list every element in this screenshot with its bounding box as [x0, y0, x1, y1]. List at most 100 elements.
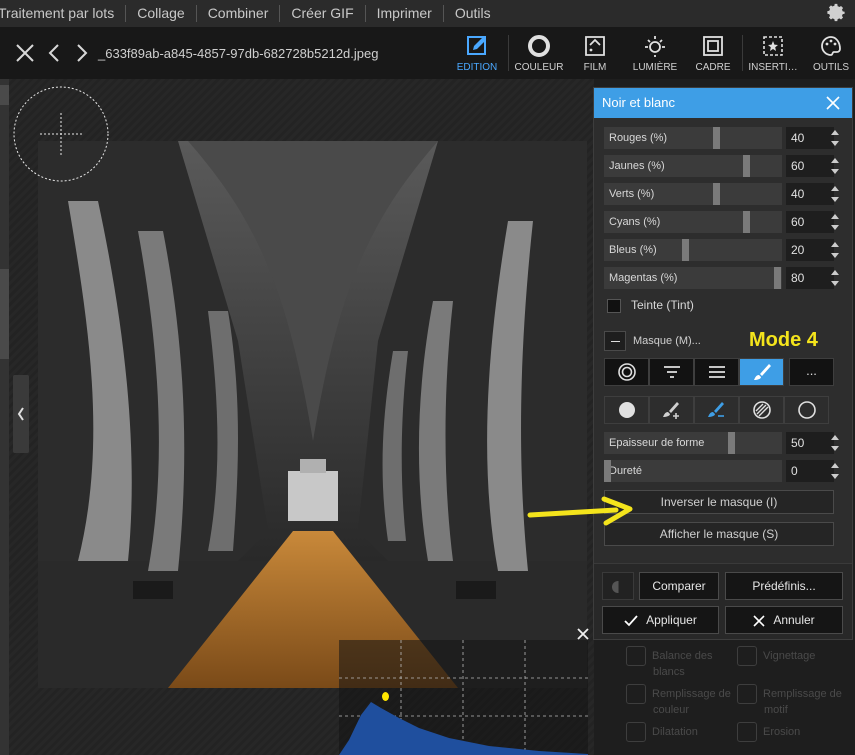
paint-full-button[interactable]	[604, 396, 649, 424]
slider-thumb[interactable]	[712, 127, 720, 149]
slider-label: Verts (%)	[604, 183, 782, 205]
menu-batch[interactable]: Traitement par lots	[0, 5, 127, 22]
photo-preview[interactable]	[38, 141, 587, 688]
show-mask-button[interactable]: Afficher le masque (S)	[604, 522, 834, 546]
slider-thumb[interactable]	[604, 460, 611, 482]
editor-toolbar: _633f89ab-a845-4857-97db-682728b5212d.jp…	[0, 27, 855, 79]
compare-toggle[interactable]	[602, 572, 634, 600]
close-icon[interactable]	[14, 42, 36, 64]
menu-print[interactable]: Imprimer	[366, 5, 444, 22]
ghost-tool-pattern-fill: Remplissage de motif	[737, 684, 842, 717]
tab-outils-label: OUTILS	[812, 62, 850, 73]
apply-label: Appliquer	[646, 613, 697, 627]
gear-icon[interactable]	[825, 2, 847, 24]
slider-label: Rouges (%)	[604, 127, 782, 149]
slider-jaunes[interactable]: Jaunes (%) 60	[604, 155, 844, 177]
slider-thumb[interactable]	[743, 155, 751, 177]
erase-brush-button[interactable]	[694, 396, 739, 424]
spin-arrows-icon[interactable]	[831, 130, 839, 146]
tab-lumiere[interactable]: LUMIÈRE	[630, 27, 680, 79]
black-white-panel: Noir et blanc Rouges (%) 40 Jaunes (%) 6…	[593, 87, 853, 640]
close-icon[interactable]	[576, 627, 590, 641]
next-icon[interactable]	[70, 42, 92, 64]
collapse-sidebar-button[interactable]	[13, 375, 29, 453]
slider-value[interactable]: 40	[786, 127, 834, 149]
ghost-tool-color-fill: Remplissage de couleur	[626, 684, 731, 717]
mask-collapse-button[interactable]	[604, 331, 626, 351]
slider-thumb[interactable]	[682, 239, 689, 261]
slider-value[interactable]: 80	[786, 267, 834, 289]
slider-cyans[interactable]: Cyans (%) 60	[604, 211, 844, 233]
tab-film[interactable]: FILM	[574, 27, 616, 79]
slider-value[interactable]: 60	[786, 155, 834, 177]
tab-insertion[interactable]: INSERTI…	[746, 27, 800, 79]
slider-hardness[interactable]: Dureté 0	[604, 460, 844, 482]
spin-arrows-icon[interactable]	[831, 186, 839, 202]
tab-edition[interactable]: EDITION	[452, 27, 502, 79]
cancel-button[interactable]: Annuler	[725, 606, 843, 634]
tab-couleur[interactable]: COULEUR	[512, 27, 566, 79]
invert-mask-button[interactable]: Inverser le masque (I)	[604, 490, 834, 514]
compare-button[interactable]: Comparer	[639, 572, 719, 600]
spin-arrows-icon[interactable]	[831, 435, 839, 451]
presets-button[interactable]: Prédéfinis...	[725, 572, 843, 600]
menu-tools[interactable]: Outils	[444, 5, 502, 22]
spin-arrows-icon[interactable]	[831, 158, 839, 174]
slider-value[interactable]: 0	[786, 460, 834, 482]
brush-mode-button[interactable]	[739, 358, 784, 386]
radial-mode-button[interactable]	[604, 358, 649, 386]
slider-verts[interactable]: Verts (%) 40	[604, 183, 844, 205]
add-brush-button[interactable]	[649, 396, 694, 424]
close-icon[interactable]	[826, 96, 840, 110]
ghost-tool-white-balance: Balance des blancs	[626, 646, 713, 679]
slider-magentas[interactable]: Magentas (%) 80	[604, 267, 844, 289]
menu-combine[interactable]: Combiner	[197, 5, 281, 22]
top-menu-bar: Traitement par lots Collage Combiner Cré…	[0, 0, 855, 27]
tab-outils[interactable]: OUTILS	[808, 27, 854, 79]
slider-thumb[interactable]	[743, 211, 751, 233]
tab-insertion-label: INSERTI…	[748, 62, 798, 73]
spin-arrows-icon[interactable]	[831, 270, 839, 286]
radial-icon	[617, 363, 636, 381]
previous-icon[interactable]	[44, 42, 66, 64]
tab-edition-label: EDITION	[456, 62, 498, 73]
toolbar-divider	[742, 35, 743, 71]
linear-mode-button[interactable]	[694, 358, 739, 386]
slider-shape-thickness[interactable]: Epaisseur de forme 50	[604, 432, 844, 454]
slider-value[interactable]: 50	[786, 432, 834, 454]
tab-cadre[interactable]: CADRE	[692, 27, 734, 79]
mask-mode-bar	[604, 358, 784, 386]
slider-label: Bleus (%)	[604, 239, 782, 261]
slider-thumb[interactable]	[712, 183, 720, 205]
spin-arrows-icon[interactable]	[831, 463, 839, 479]
histogram-point[interactable]	[382, 692, 389, 701]
tab-lumiere-label: LUMIÈRE	[632, 62, 678, 73]
gradient-mode-button[interactable]	[649, 358, 694, 386]
spin-arrows-icon[interactable]	[831, 214, 839, 230]
apply-button[interactable]: Appliquer	[602, 606, 719, 634]
slider-value[interactable]: 60	[786, 211, 834, 233]
arrow-annotation	[527, 496, 633, 526]
slider-value[interactable]: 20	[786, 239, 834, 261]
left-scrollbar[interactable]	[0, 79, 9, 755]
tint-checkbox[interactable]	[607, 299, 621, 313]
mask-label[interactable]: Masque (M)...	[633, 335, 701, 347]
menu-create-gif[interactable]: Créer GIF	[280, 5, 366, 22]
slider-rouges[interactable]: Rouges (%) 40	[604, 127, 844, 149]
brush-icon	[753, 364, 771, 380]
more-options-button[interactable]: ...	[789, 358, 834, 386]
cancel-label: Annuler	[773, 613, 815, 627]
file-name: _633f89ab-a845-4857-97db-682728b5212d.jp…	[98, 46, 379, 61]
hatched-circle-icon	[752, 401, 771, 419]
slider-label: Cyans (%)	[604, 211, 782, 233]
slider-thumb[interactable]	[728, 432, 735, 454]
menu-collage[interactable]: Collage	[126, 5, 197, 22]
slider-thumb[interactable]	[774, 267, 781, 289]
slider-value[interactable]: 40	[786, 183, 834, 205]
mode-annotation: Mode 4	[749, 329, 818, 351]
hatch-button[interactable]	[739, 396, 784, 424]
toolbar-divider	[508, 35, 509, 71]
clear-mask-button[interactable]	[784, 396, 829, 424]
slider-bleus[interactable]: Bleus (%) 20	[604, 239, 844, 261]
spin-arrows-icon[interactable]	[831, 242, 839, 258]
